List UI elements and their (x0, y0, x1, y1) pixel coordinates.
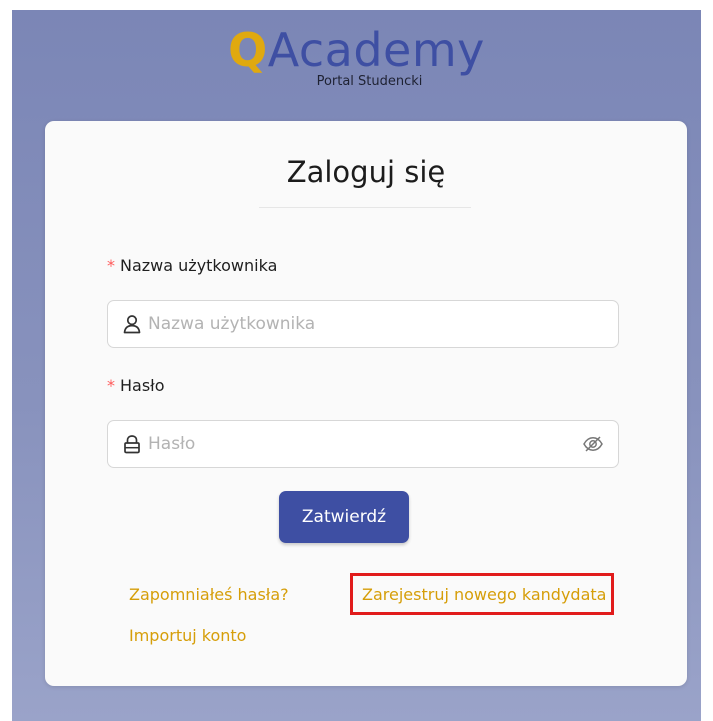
logo-academy: Academy (267, 23, 485, 77)
eye-slash-icon[interactable] (582, 433, 604, 455)
user-icon (122, 314, 142, 334)
username-label-text: Nazwa użytkownika (120, 256, 278, 275)
logo-q: Q (228, 23, 268, 77)
forgot-password-link[interactable]: Zapomniałeś hasła? (129, 585, 289, 604)
password-input[interactable] (148, 421, 568, 467)
logo-wordmark: QAcademy (12, 24, 701, 76)
username-field[interactable] (107, 300, 619, 348)
import-account-link[interactable]: Importuj konto (129, 626, 246, 645)
page-background: QAcademy Portal Studencki Zaloguj się * N… (12, 10, 701, 721)
username-label: * Nazwa użytkownika (107, 256, 277, 275)
password-label-text: Hasło (120, 376, 165, 395)
logo-subtitle: Portal Studencki (316, 74, 423, 89)
submit-button[interactable]: Zatwierdź (279, 491, 409, 543)
username-input[interactable] (148, 301, 568, 347)
page-title: Zaloguj się (286, 155, 446, 189)
required-mark: * (107, 256, 115, 275)
login-card: Zaloguj się * Nazwa użytkownika * Hasło (45, 121, 687, 686)
required-mark: * (107, 376, 115, 395)
password-field[interactable] (107, 420, 619, 468)
password-label: * Hasło (107, 376, 165, 395)
logo: QAcademy Portal Studencki (12, 24, 701, 104)
register-highlight-box (350, 573, 614, 615)
title-divider (259, 207, 471, 208)
lock-icon (122, 434, 142, 454)
